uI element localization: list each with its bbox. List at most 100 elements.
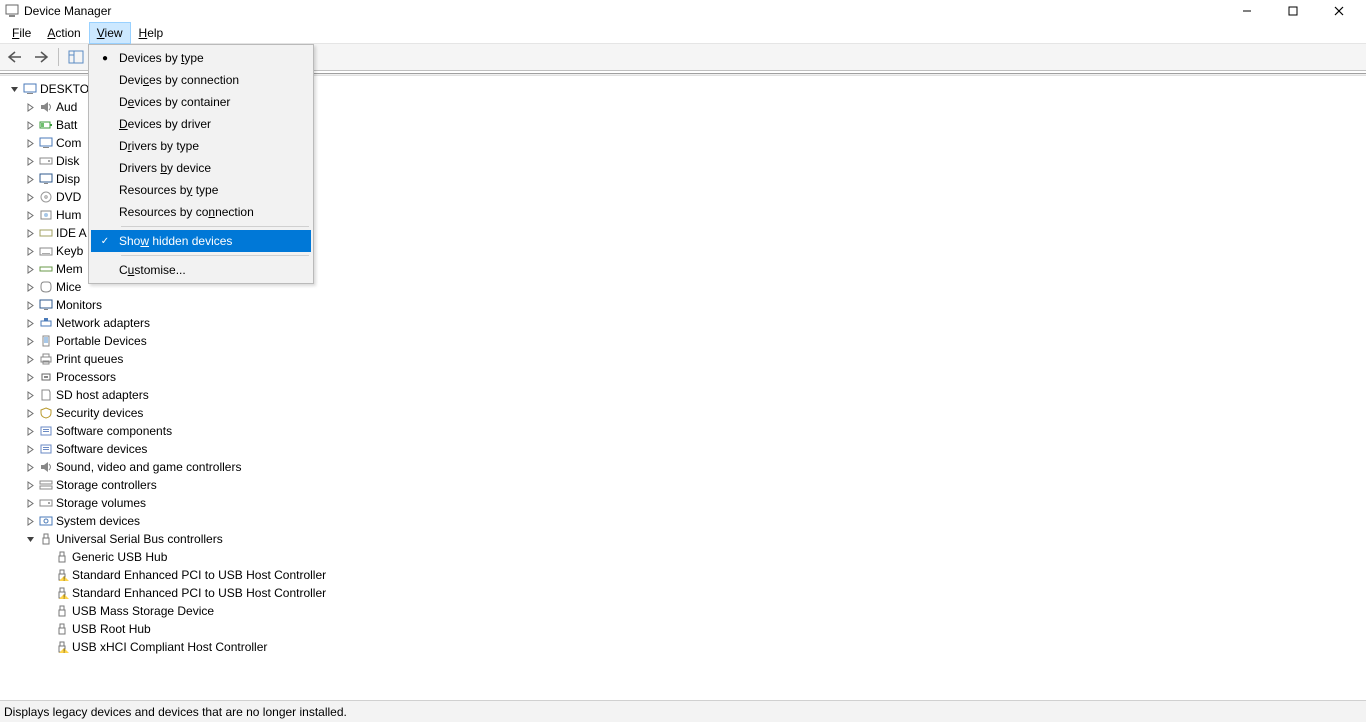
chevron-right-icon[interactable]: [24, 389, 36, 401]
window-controls: [1224, 0, 1362, 22]
tree-node-label: SD host adapters: [56, 386, 149, 404]
menu-item-label: Devices by connection: [119, 73, 311, 87]
tree-device-node[interactable]: !Standard Enhanced PCI to USB Host Contr…: [8, 566, 1358, 584]
view-menu-item[interactable]: ●Devices by type: [91, 47, 311, 69]
view-menu-item[interactable]: Devices by connection: [91, 69, 311, 91]
tree-node-label: Batt: [56, 116, 77, 134]
view-menu-item[interactable]: Devices by driver: [91, 113, 311, 135]
window-title: Device Manager: [24, 4, 111, 18]
menu-view[interactable]: View: [89, 22, 131, 44]
computer-icon: [38, 136, 54, 150]
tree-category-node[interactable]: SD host adapters: [8, 386, 1358, 404]
usb-icon: [54, 550, 70, 564]
tree-category-node[interactable]: Software devices: [8, 440, 1358, 458]
maximize-button[interactable]: [1270, 0, 1316, 22]
chevron-right-icon[interactable]: [24, 353, 36, 365]
chevron-right-icon[interactable]: [24, 497, 36, 509]
tree-category-node[interactable]: System devices: [8, 512, 1358, 530]
tree-category-node[interactable]: Network adapters: [8, 314, 1358, 332]
chevron-down-icon[interactable]: [8, 83, 20, 95]
chevron-right-icon[interactable]: [24, 191, 36, 203]
tree-device-node[interactable]: !USB xHCI Compliant Host Controller: [8, 638, 1358, 656]
tree-category-node[interactable]: Processors: [8, 368, 1358, 386]
chevron-right-icon[interactable]: [24, 317, 36, 329]
chevron-right-icon[interactable]: [24, 137, 36, 149]
nav-back-button[interactable]: [4, 46, 26, 68]
tree-category-node[interactable]: Portable Devices: [8, 332, 1358, 350]
chevron-right-icon[interactable]: [24, 425, 36, 437]
tree-node-label: Mice: [56, 278, 81, 296]
chevron-right-icon[interactable]: [24, 101, 36, 113]
chevron-right-icon[interactable]: [24, 119, 36, 131]
tree-category-node[interactable]: Sound, video and game controllers: [8, 458, 1358, 476]
view-menu-customise[interactable]: Customise...: [91, 259, 311, 281]
chevron-right-icon[interactable]: [24, 299, 36, 311]
chevron-right-icon[interactable]: [24, 209, 36, 221]
display-icon: [38, 172, 54, 186]
minimize-button[interactable]: [1224, 0, 1270, 22]
software-icon: [38, 424, 54, 438]
cpu-icon: [38, 370, 54, 384]
chevron-right-icon[interactable]: [24, 281, 36, 293]
volume-icon: [38, 496, 54, 510]
view-menu-item[interactable]: Resources by type: [91, 179, 311, 201]
sd-icon: [38, 388, 54, 402]
view-menu-item[interactable]: Drivers by device: [91, 157, 311, 179]
tree-category-node[interactable]: Storage volumes: [8, 494, 1358, 512]
chevron-right-icon[interactable]: [24, 173, 36, 185]
view-menu-show-hidden[interactable]: ✓Show hidden devices: [91, 230, 311, 252]
usb-icon: [38, 532, 54, 546]
tree-category-node[interactable]: Security devices: [8, 404, 1358, 422]
view-dropdown: ●Devices by type Devices by connection Dev…: [88, 44, 314, 284]
tree-node-label: Sound, video and game controllers: [56, 458, 241, 476]
tree-category-usb[interactable]: Universal Serial Bus controllers: [8, 530, 1358, 548]
tree-node-label: Software components: [56, 422, 172, 440]
tree-node-label: Storage controllers: [56, 476, 157, 494]
chevron-right-icon[interactable]: [24, 263, 36, 275]
chevron-right-icon[interactable]: [24, 245, 36, 257]
chevron-right-icon[interactable]: [24, 227, 36, 239]
hid-icon: [38, 208, 54, 222]
menu-help[interactable]: Help: [131, 22, 172, 44]
chevron-right-icon[interactable]: [24, 407, 36, 419]
chevron-down-icon[interactable]: [24, 533, 36, 545]
usb-warning-icon: !: [54, 586, 70, 600]
usb-icon: [54, 622, 70, 636]
tree-category-node[interactable]: Storage controllers: [8, 476, 1358, 494]
nav-forward-button[interactable]: [30, 46, 52, 68]
tree-category-node[interactable]: Software components: [8, 422, 1358, 440]
chevron-right-icon[interactable]: [24, 461, 36, 473]
view-menu-item[interactable]: Resources by connection: [91, 201, 311, 223]
usb-icon: [54, 604, 70, 618]
toolbar-separator: [58, 48, 59, 66]
menu-file[interactable]: File: [4, 22, 39, 44]
chevron-right-icon[interactable]: [24, 515, 36, 527]
tree-node-label: Disk: [56, 152, 79, 170]
view-menu-item[interactable]: Devices by container: [91, 91, 311, 113]
chevron-right-icon[interactable]: [24, 155, 36, 167]
view-menu-item[interactable]: Drivers by type: [91, 135, 311, 157]
chevron-right-icon[interactable]: [24, 443, 36, 455]
close-button[interactable]: [1316, 0, 1362, 22]
tree-device-node[interactable]: Generic USB Hub: [8, 548, 1358, 566]
printer-icon: [38, 352, 54, 366]
menu-item-label: Devices by driver: [119, 117, 311, 131]
show-hide-tree-button[interactable]: [65, 46, 87, 68]
chevron-right-icon[interactable]: [24, 371, 36, 383]
menu-action[interactable]: Action: [39, 22, 88, 44]
memory-icon: [38, 262, 54, 276]
system-icon: [38, 514, 54, 528]
tree-node-label: IDE A: [56, 224, 87, 242]
tree-device-node[interactable]: !Standard Enhanced PCI to USB Host Contr…: [8, 584, 1358, 602]
tree-node-label: Hum: [56, 206, 81, 224]
tree-category-node[interactable]: Print queues: [8, 350, 1358, 368]
tree-category-node[interactable]: Monitors: [8, 296, 1358, 314]
tree-node-label: Standard Enhanced PCI to USB Host Contro…: [72, 566, 326, 584]
chevron-right-icon[interactable]: [24, 335, 36, 347]
tree-device-node[interactable]: USB Mass Storage Device: [8, 602, 1358, 620]
tree-node-label: Mem: [56, 260, 83, 278]
chevron-right-icon[interactable]: [24, 479, 36, 491]
tree-device-node[interactable]: USB Root Hub: [8, 620, 1358, 638]
tree-node-label: DESKTO: [40, 80, 89, 98]
tree-node-label: Print queues: [56, 350, 123, 368]
